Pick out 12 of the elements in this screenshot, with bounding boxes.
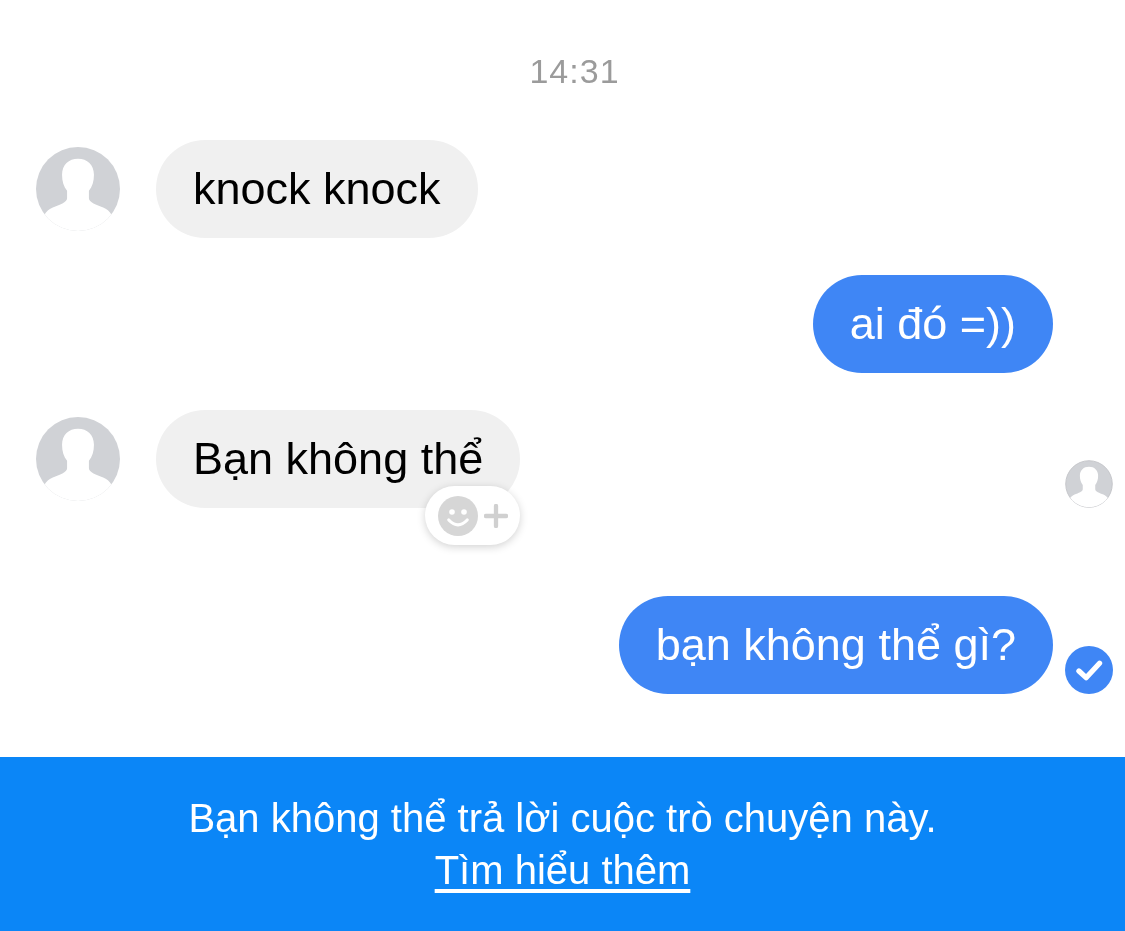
smiley-icon [437,495,478,536]
notice-text: Bạn không thể trả lời cuộc trò chuyện này. Tìm hiểu thêm [187,795,938,894]
plus-icon [483,503,508,528]
timestamp: 14:31 [529,52,620,90]
learn-more-link[interactable]: Tìm hiểu thêm [434,848,691,892]
message-text: knock knock [193,162,441,217]
add-reaction-button[interactable] [425,486,521,545]
avatar-icon [36,417,120,501]
message-text: ai đó =)) [849,297,1016,352]
message-text: Bạn không thể [193,432,484,487]
avatar-icon [36,147,120,231]
message-text: bạn không thể gì? [655,618,1016,673]
